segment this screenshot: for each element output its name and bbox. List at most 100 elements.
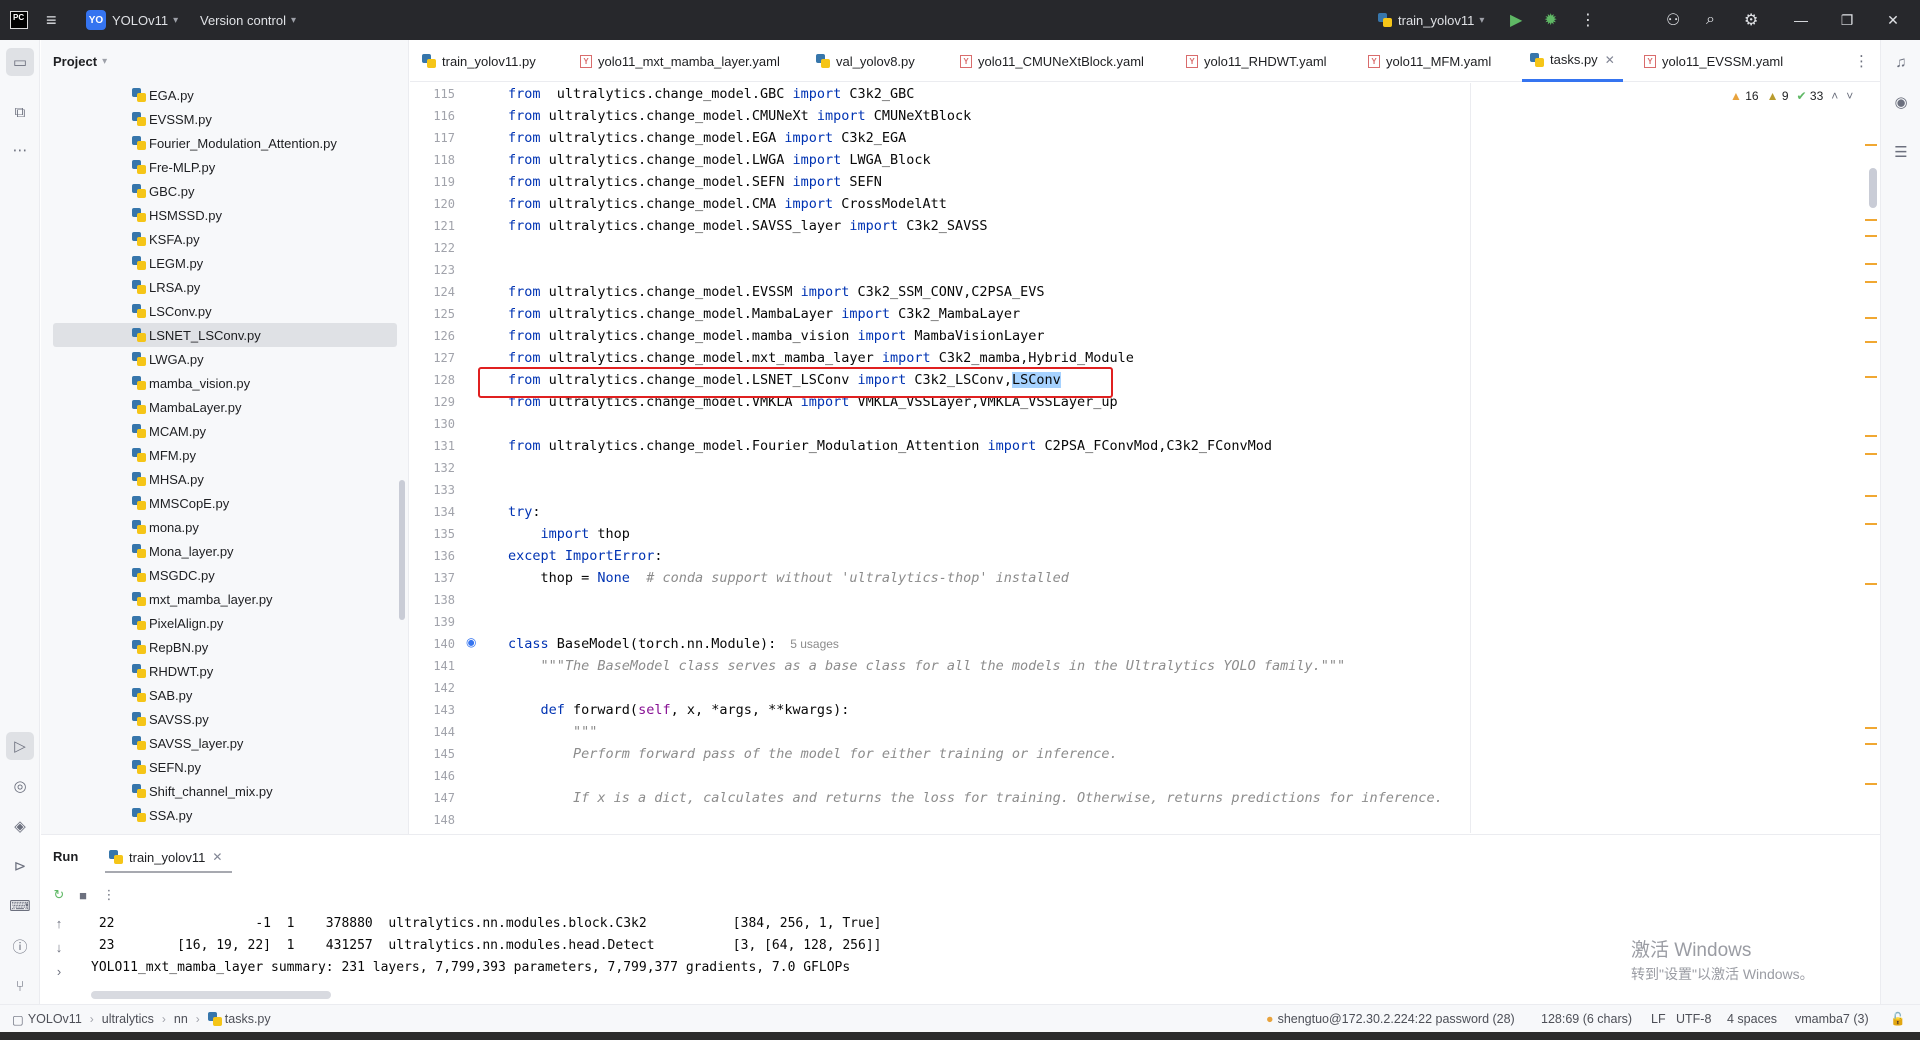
tree-file-item[interactable]: Fre-MLP.py <box>41 155 409 179</box>
add-user-icon[interactable]: ⚇ <box>1666 0 1680 40</box>
version-control-menu[interactable]: Version control ▾ <box>200 0 296 40</box>
ai-assistant-icon[interactable]: ◉ <box>1887 88 1915 116</box>
database-icon[interactable]: ☰ <box>1887 138 1915 166</box>
warning-marker[interactable] <box>1865 341 1877 343</box>
code-line[interactable]: """ <box>508 721 597 743</box>
code-line[interactable]: from ultralytics.change_model.Fourier_Mo… <box>508 435 1272 457</box>
tree-file-item[interactable]: Mona_layer.py <box>41 539 409 563</box>
python-interpreter[interactable]: vmamba7 (3) <box>1795 1005 1869 1033</box>
stop-icon[interactable]: ■ <box>75 887 91 903</box>
breadcrumb-item[interactable]: ultralytics <box>102 1012 154 1026</box>
warning-marker[interactable] <box>1865 317 1877 319</box>
terminal-icon[interactable]: ⌨ <box>6 892 34 920</box>
code-line[interactable]: import thop <box>508 523 630 545</box>
line-separator[interactable]: LF <box>1651 1005 1666 1033</box>
warning-marker[interactable] <box>1865 495 1877 497</box>
main-menu-icon[interactable]: ≡ <box>46 0 57 40</box>
code-line[interactable]: thop = None # conda support without 'ult… <box>508 567 1069 589</box>
warning-marker[interactable] <box>1865 219 1877 221</box>
scroll-up-icon[interactable]: ↑ <box>51 915 67 931</box>
code-line[interactable]: """The BaseModel class serves as a base … <box>508 655 1346 677</box>
tree-file-item[interactable]: Shift_channel_mix.py <box>41 779 409 803</box>
close-tab-icon[interactable]: ✕ <box>212 850 222 864</box>
restore-icon[interactable]: ❐ <box>1824 0 1870 40</box>
tree-file-item[interactable]: LEGM.py <box>41 251 409 275</box>
pycharm-logo-icon[interactable]: PC <box>10 0 28 40</box>
code-line[interactable]: from ultralytics.change_model.EVSSM impo… <box>508 281 1044 303</box>
breadcrumb-item[interactable]: YOLOv11 <box>28 1012 82 1026</box>
notifications-bell-icon[interactable]: ♫ <box>1887 48 1915 76</box>
warning-marker[interactable] <box>1865 743 1877 745</box>
warning-marker[interactable] <box>1865 583 1877 585</box>
warning-marker[interactable] <box>1865 783 1877 785</box>
python-console-icon[interactable]: ◎ <box>6 772 34 800</box>
minimize-icon[interactable]: — <box>1778 0 1824 40</box>
code-line[interactable]: from ultralytics.change_model.SEFN impor… <box>508 171 882 193</box>
tree-file-item[interactable]: Fourier_Modulation_Attention.py <box>41 131 409 155</box>
code-line[interactable]: def forward(self, x, *args, **kwargs): <box>508 699 850 721</box>
warning-marker[interactable] <box>1865 376 1877 378</box>
tree-file-item[interactable]: MSGDC.py <box>41 563 409 587</box>
overridden-method-icon[interactable]: ◉ <box>466 635 476 649</box>
tab-yolo11-evssm[interactable]: Y yolo11_EVSSM.yaml <box>1644 40 1783 82</box>
tree-file-item[interactable]: LSNET_LSConv.py <box>53 323 397 347</box>
search-icon[interactable]: ⌕ <box>1706 0 1715 40</box>
code-line[interactable]: If x is a dict, calculates and returns t… <box>508 787 1443 809</box>
run-tool-icon[interactable]: ▷ <box>6 732 34 760</box>
tree-file-item[interactable]: mxt_mamba_layer.py <box>41 587 409 611</box>
more-actions-icon[interactable]: ⋮ <box>1580 0 1596 40</box>
editor-scrollbar-thumb[interactable] <box>1869 168 1877 208</box>
structure-tool-icon[interactable]: ⧉ <box>6 98 34 126</box>
tree-file-item[interactable]: MHSA.py <box>41 467 409 491</box>
breadcrumb-item[interactable]: tasks.py <box>225 1012 271 1026</box>
tree-file-item[interactable]: RHDWT.py <box>41 659 409 683</box>
tab-yolo11-rhdwt[interactable]: Y yolo11_RHDWT.yaml <box>1186 40 1327 82</box>
indent-setting[interactable]: 4 spaces <box>1727 1005 1777 1033</box>
tree-file-item[interactable]: SAVSS.py <box>41 707 409 731</box>
code-editor[interactable]: 115 116 117 118 119 120 121 122 123 124 125 126 127 1… <box>410 83 1880 833</box>
run-icon[interactable]: ▶ <box>1510 0 1522 40</box>
warning-marker[interactable] <box>1865 235 1877 237</box>
code-line[interactable]: from ultralytics.change_model.mamba_visi… <box>508 325 1044 347</box>
git-icon[interactable]: ⑂ <box>6 972 34 1000</box>
more-tools-icon[interactable]: ⋯ <box>6 136 34 164</box>
tree-file-item[interactable]: MMSCopE.py <box>41 491 409 515</box>
tree-file-item[interactable]: mona.py <box>41 515 409 539</box>
code-line[interactable]: from ultralytics.change_model.MambaLayer… <box>508 303 1020 325</box>
problems-icon[interactable]: ⓘ <box>6 932 34 960</box>
tree-file-item[interactable]: MambaLayer.py <box>41 395 409 419</box>
debug-icon[interactable]: ✹ <box>1544 0 1557 40</box>
warning-marker[interactable] <box>1865 144 1877 146</box>
tree-file-item[interactable]: SAVSS_layer.py <box>41 731 409 755</box>
tree-file-item[interactable]: KSFA.py <box>41 227 409 251</box>
inspection-widget[interactable]: ▲ 16 ▲ 9 ✔ 33 ˄ ˅ <box>1730 89 1853 103</box>
breadcrumb-item[interactable]: nn <box>174 1012 188 1026</box>
project-switcher[interactable]: YO YOLOv11 ▾ <box>86 0 178 40</box>
tree-file-item[interactable]: mamba_vision.py <box>41 371 409 395</box>
code-line[interactable]: from ultralytics.change_model.CMA import… <box>508 193 947 215</box>
code-line[interactable]: try: <box>508 501 541 523</box>
tree-file-item[interactable]: SAB.py <box>41 683 409 707</box>
more-options-icon[interactable]: ⋮ <box>101 887 117 903</box>
tree-file-item[interactable]: HSMSSD.py <box>41 203 409 227</box>
tree-file-item[interactable]: SEFN.py <box>41 755 409 779</box>
lock-icon[interactable]: 🔓 <box>1890 1005 1906 1033</box>
tab-train-yolov11[interactable]: train_yolov11.py <box>422 40 536 82</box>
run-tab[interactable]: train_yolov11 ✕ <box>105 843 233 873</box>
settings-gear-icon[interactable]: ⚙ <box>1744 0 1758 40</box>
warning-marker[interactable] <box>1865 281 1877 283</box>
tree-file-item[interactable]: LWGA.py <box>41 347 409 371</box>
scroll-down-icon[interactable]: ↓ <box>51 939 67 955</box>
project-panel-header[interactable]: Project ▾ <box>53 50 107 72</box>
warning-marker[interactable] <box>1865 523 1877 525</box>
close-icon[interactable]: ✕ <box>1870 0 1916 40</box>
tab-tasks[interactable]: tasks.py ✕ <box>1522 40 1623 82</box>
code-line[interactable]: except ImportError: <box>508 545 662 567</box>
warning-marker[interactable] <box>1865 263 1877 265</box>
layers-icon[interactable]: ◈ <box>6 812 34 840</box>
code-line[interactable]: from ultralytics.change_model.EGA import… <box>508 127 906 149</box>
chevron-up-icon[interactable]: ˄ <box>1831 89 1838 103</box>
project-tool-icon[interactable]: ▭ <box>6 48 34 76</box>
warning-marker[interactable] <box>1865 435 1877 437</box>
tree-file-item[interactable]: LRSA.py <box>41 275 409 299</box>
